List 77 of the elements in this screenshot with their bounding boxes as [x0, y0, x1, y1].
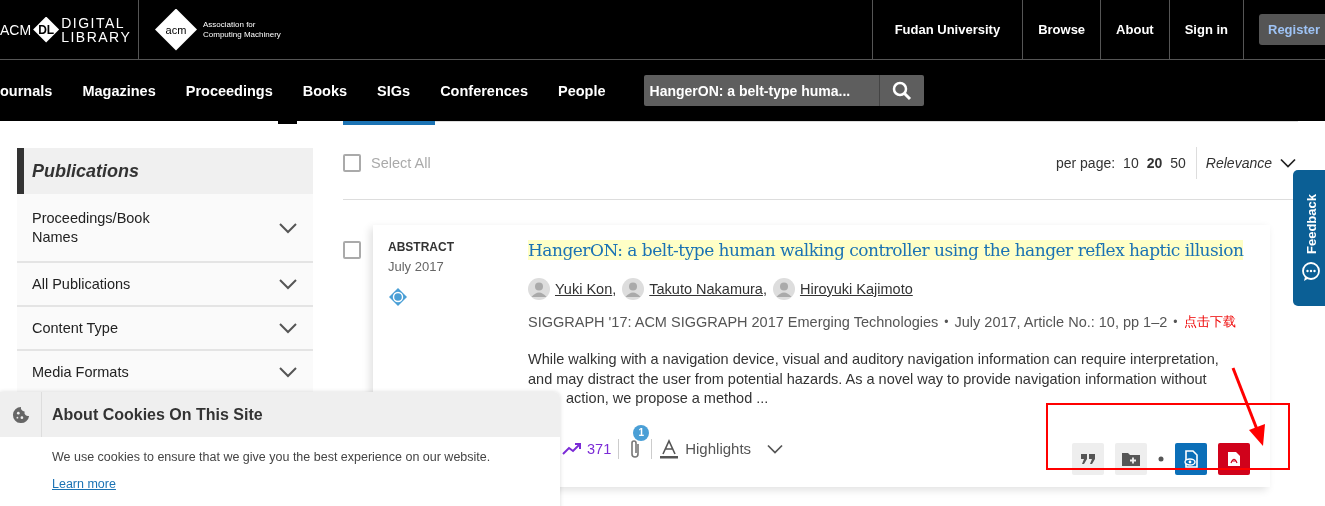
result-date: July 2017	[388, 259, 445, 274]
header-link[interactable]: Fudan University	[871, 0, 1023, 59]
nav-link[interactable]: Books	[302, 82, 348, 99]
pdf-icon	[1227, 450, 1241, 467]
paperclip-icon	[629, 437, 642, 460]
header-link[interactable]: Browse	[1022, 0, 1101, 59]
abstract-text: action, we propose a method ...	[565, 389, 770, 408]
search-button[interactable]	[878, 75, 924, 106]
search-field[interactable]: HangerON: a belt-type huma...	[643, 75, 879, 106]
org-logo-text: Association for	[203, 19, 257, 30]
download-count: 371	[587, 440, 612, 457]
comma: ,	[762, 281, 767, 297]
add-to-binder-button[interactable]	[1115, 442, 1147, 475]
nav-link[interactable]: SIGs	[377, 82, 411, 99]
logo-text: DIGITAL	[61, 15, 127, 30]
sort-dropdown[interactable]: Relevance	[1196, 154, 1298, 171]
per-page-option[interactable]: 20	[1146, 154, 1163, 171]
folder-plus-icon	[1122, 451, 1140, 466]
facet-item[interactable]: Proceedings/Book Names	[17, 194, 313, 263]
cite-button[interactable]	[1072, 442, 1104, 475]
nav-link[interactable]: People	[557, 82, 606, 99]
nav-link[interactable]: Magazines	[82, 82, 156, 99]
sidebar-title: Publications	[32, 160, 139, 182]
result-type: ABSTRACT	[388, 240, 455, 254]
register-button[interactable]: Register	[1259, 14, 1325, 45]
chevron-down-icon	[277, 320, 299, 336]
header-link[interactable]: Sign in	[1168, 0, 1243, 59]
chat-icon	[1301, 262, 1321, 282]
per-page-option[interactable]: 50	[1170, 154, 1186, 171]
learn-more-link[interactable]: Learn more	[52, 477, 116, 491]
abstract-text: While walking with a navigation device, visual and auditory navigation information can require interpretation,	[528, 350, 1220, 369]
logo-text: LIBRARY	[61, 29, 132, 44]
avatar-icon	[622, 278, 645, 300]
dot-icon	[1158, 455, 1164, 462]
header-link[interactable]: About	[1100, 0, 1169, 59]
trend-up-icon	[562, 441, 582, 456]
venue-link[interactable]: SIGGRAPH '17: ACM SIGGRAPH 2017 Emerging Technologies	[528, 314, 939, 330]
publication-details: July 2017, Article No.: 10, pp 1–2	[954, 314, 1168, 330]
acm-badge-icon	[388, 287, 408, 307]
avatar-icon	[528, 278, 550, 300]
feedback-tab[interactable]: Feedback	[1293, 170, 1325, 306]
count-badge: 1	[633, 424, 650, 441]
facet-item[interactable]: Media Formats	[17, 351, 313, 395]
bullet: •	[944, 315, 949, 329]
abstract-text: and may distract the user from potential hazards. As a novel way to provide navigation information without	[528, 369, 1208, 389]
author-link[interactable]: Hiroyuki Kajimoto	[799, 281, 913, 297]
pdf-button[interactable]	[1218, 442, 1250, 475]
nav-link[interactable]: Conferences	[440, 82, 528, 99]
logo-mark: DL	[33, 16, 60, 43]
result-title-link[interactable]: HangerON: a belt-type human walking controller using the hanger reflex haptic illusion	[528, 240, 1244, 260]
cookie-icon	[11, 405, 30, 424]
per-page-label: per page:	[1055, 154, 1116, 171]
avatar-icon	[772, 278, 795, 300]
checkbox[interactable]	[343, 153, 361, 172]
search-icon	[891, 80, 912, 101]
eye-document-icon	[1183, 449, 1199, 468]
checkbox[interactable]	[343, 241, 361, 259]
org-logo-text: Computing Machinery	[203, 29, 281, 40]
chevron-down-icon	[277, 276, 299, 292]
nav-link[interactable]: ournals	[0, 82, 53, 99]
facet-item[interactable]: Content Type	[17, 307, 313, 351]
logo-text: ACM	[0, 21, 32, 38]
cookie-banner-text: We use cookies to ensure that we give you the best experience on our website.	[52, 450, 492, 464]
download-link[interactable]: 点击下载	[1183, 313, 1236, 331]
nav-link[interactable]: Proceedings	[185, 82, 273, 99]
facet-item[interactable]: All Publications	[17, 263, 313, 307]
org-logo-mark: acm	[155, 8, 197, 51]
comma: ,	[612, 281, 617, 297]
quote-icon	[1080, 452, 1096, 465]
chevron-down-icon	[277, 364, 299, 380]
text-highlight-icon	[659, 438, 680, 459]
highlights-toggle[interactable]: Highlights	[659, 438, 786, 459]
bullet: •	[1173, 315, 1178, 329]
cookie-banner-title: About Cookies On This Site	[52, 405, 263, 424]
author-link[interactable]: Takuto Nakamura	[649, 281, 763, 297]
view-button[interactable]	[1175, 442, 1207, 475]
per-page-option[interactable]: 10	[1123, 154, 1139, 171]
